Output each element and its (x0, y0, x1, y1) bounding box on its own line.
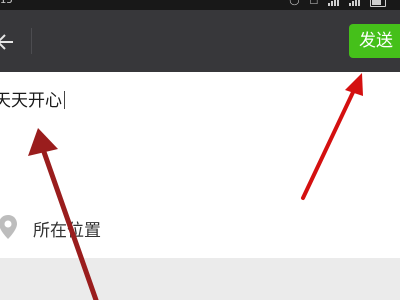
back-arrow-icon[interactable] (0, 32, 16, 52)
header-divider (31, 28, 32, 54)
compose-area[interactable]: 天天开心 所在位置 (0, 72, 400, 258)
status-clock: 15 (0, 0, 13, 6)
alarm-icon: ◯ (289, 0, 300, 6)
send-button[interactable]: 发送 (349, 24, 400, 58)
signal-icon (328, 0, 339, 6)
status-icons: ◯ □ (289, 0, 386, 7)
location-label: 所在位置 (33, 221, 101, 241)
status-bar: 15 ◯ □ (0, 0, 400, 10)
post-text-input[interactable]: 天天开心 (0, 86, 65, 111)
battery-icon (370, 0, 386, 7)
wifi-signal-icon (349, 0, 360, 6)
post-text-value: 天天开心 (0, 91, 62, 111)
bottom-panel (0, 258, 400, 300)
text-cursor (64, 91, 65, 109)
compose-header: 发送 (0, 10, 400, 72)
location-pin-icon (0, 215, 17, 239)
notification-icon: □ (309, 0, 318, 6)
location-row[interactable]: 所在位置 (0, 208, 400, 244)
